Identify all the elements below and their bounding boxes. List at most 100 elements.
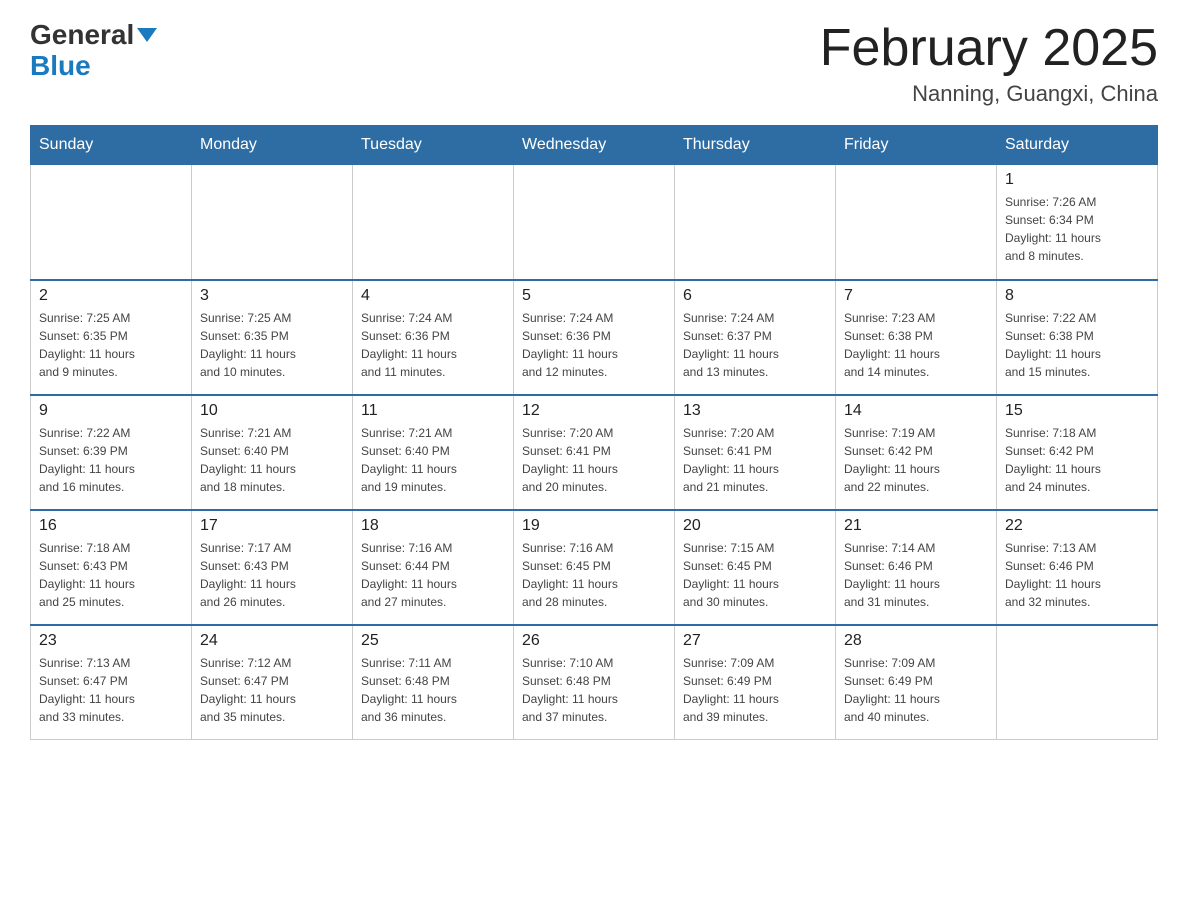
day-info: Sunrise: 7:09 AMSunset: 6:49 PMDaylight:… xyxy=(683,654,827,726)
day-info: Sunrise: 7:16 AMSunset: 6:45 PMDaylight:… xyxy=(522,539,666,611)
calendar-cell: 10 Sunrise: 7:21 AMSunset: 6:40 PMDayligh… xyxy=(192,395,353,510)
calendar-title: February 2025 xyxy=(820,20,1158,77)
day-info: Sunrise: 7:21 AMSunset: 6:40 PMDaylight:… xyxy=(200,424,344,496)
calendar-cell: 12 Sunrise: 7:20 AMSunset: 6:41 PMDayligh… xyxy=(514,395,675,510)
day-info: Sunrise: 7:26 AMSunset: 6:34 PMDaylight:… xyxy=(1005,193,1149,265)
calendar-header-row: SundayMondayTuesdayWednesdayThursdayFrid… xyxy=(31,126,1158,165)
day-info: Sunrise: 7:16 AMSunset: 6:44 PMDaylight:… xyxy=(361,539,505,611)
day-number: 26 xyxy=(522,632,666,650)
day-number: 2 xyxy=(39,287,183,305)
calendar-cell: 13Sunrise: 7:20 AMSunset: 6:41 PMDayligh… xyxy=(675,395,836,510)
day-info: Sunrise: 7:23 AMSunset: 6:38 PMDaylight:… xyxy=(844,309,988,381)
day-number: 6 xyxy=(683,287,827,305)
logo: General Blue xyxy=(30,20,157,82)
calendar-table: SundayMondayTuesdayWednesdayThursdayFrid… xyxy=(30,125,1158,740)
calendar-cell: 20 Sunrise: 7:15 AMSunset: 6:45 PMDayligh… xyxy=(675,510,836,625)
day-info: Sunrise: 7:10 AMSunset: 6:48 PMDaylight:… xyxy=(522,654,666,726)
day-number: 27 xyxy=(683,632,827,650)
calendar-cell: 9 Sunrise: 7:22 AMSunset: 6:39 PMDaylight… xyxy=(31,395,192,510)
day-number: 28 xyxy=(844,632,988,650)
calendar-cell: 3 Sunrise: 7:25 AMSunset: 6:35 PMDaylight… xyxy=(192,280,353,395)
calendar-week-row: 9 Sunrise: 7:22 AMSunset: 6:39 PMDaylight… xyxy=(31,395,1158,510)
day-number: 7 xyxy=(844,287,988,305)
day-number: 20 xyxy=(683,517,827,535)
calendar-subtitle: Nanning, Guangxi, China xyxy=(820,81,1158,107)
logo-general-text: General xyxy=(30,20,134,51)
day-number: 10 xyxy=(200,402,344,420)
calendar-week-row: 23 Sunrise: 7:13 AMSunset: 6:47 PMDayligh… xyxy=(31,625,1158,740)
calendar-cell xyxy=(192,165,353,280)
day-number: 8 xyxy=(1005,287,1149,305)
day-of-week-header: Thursday xyxy=(675,126,836,165)
calendar-cell: 5 Sunrise: 7:24 AMSunset: 6:36 PMDaylight… xyxy=(514,280,675,395)
calendar-cell: 6 Sunrise: 7:24 AMSunset: 6:37 PMDaylight… xyxy=(675,280,836,395)
title-section: February 2025 Nanning, Guangxi, China xyxy=(820,20,1158,107)
page-header: General Blue February 2025 Nanning, Guan… xyxy=(30,20,1158,107)
calendar-cell xyxy=(675,165,836,280)
day-of-week-header: Monday xyxy=(192,126,353,165)
day-info: Sunrise: 7:24 AMSunset: 6:36 PMDaylight:… xyxy=(522,309,666,381)
day-info: Sunrise: 7:25 AMSunset: 6:35 PMDaylight:… xyxy=(200,309,344,381)
day-number: 4 xyxy=(361,287,505,305)
calendar-cell xyxy=(997,625,1158,740)
calendar-cell: 18 Sunrise: 7:16 AMSunset: 6:44 PMDayligh… xyxy=(353,510,514,625)
calendar-cell xyxy=(514,165,675,280)
day-number: 23 xyxy=(39,632,183,650)
calendar-week-row: 16Sunrise: 7:18 AMSunset: 6:43 PMDayligh… xyxy=(31,510,1158,625)
day-info: Sunrise: 7:19 AMSunset: 6:42 PMDaylight:… xyxy=(844,424,988,496)
calendar-cell: 2 Sunrise: 7:25 AMSunset: 6:35 PMDaylight… xyxy=(31,280,192,395)
day-info: Sunrise: 7:09 AMSunset: 6:49 PMDaylight:… xyxy=(844,654,988,726)
day-info: Sunrise: 7:18 AMSunset: 6:43 PMDaylight:… xyxy=(39,539,183,611)
day-info: Sunrise: 7:12 AMSunset: 6:47 PMDaylight:… xyxy=(200,654,344,726)
day-number: 19 xyxy=(522,517,666,535)
calendar-cell: 27 Sunrise: 7:09 AMSunset: 6:49 PMDayligh… xyxy=(675,625,836,740)
day-info: Sunrise: 7:20 AMSunset: 6:41 PMDaylight:… xyxy=(683,424,827,496)
calendar-cell: 24Sunrise: 7:12 AMSunset: 6:47 PMDayligh… xyxy=(192,625,353,740)
day-number: 17 xyxy=(200,517,344,535)
calendar-cell: 15Sunrise: 7:18 AMSunset: 6:42 PMDayligh… xyxy=(997,395,1158,510)
calendar-cell: 16Sunrise: 7:18 AMSunset: 6:43 PMDayligh… xyxy=(31,510,192,625)
day-info: Sunrise: 7:20 AMSunset: 6:41 PMDaylight:… xyxy=(522,424,666,496)
day-info: Sunrise: 7:21 AMSunset: 6:40 PMDaylight:… xyxy=(361,424,505,496)
logo-blue-text: Blue xyxy=(30,51,91,82)
calendar-cell: 19 Sunrise: 7:16 AMSunset: 6:45 PMDayligh… xyxy=(514,510,675,625)
day-number: 15 xyxy=(1005,402,1149,420)
calendar-cell: 4Sunrise: 7:24 AMSunset: 6:36 PMDaylight… xyxy=(353,280,514,395)
day-info: Sunrise: 7:15 AMSunset: 6:45 PMDaylight:… xyxy=(683,539,827,611)
day-number: 11 xyxy=(361,402,505,420)
day-of-week-header: Wednesday xyxy=(514,126,675,165)
day-info: Sunrise: 7:13 AMSunset: 6:46 PMDaylight:… xyxy=(1005,539,1149,611)
logo-triangle-icon xyxy=(137,28,157,42)
calendar-cell: 22 Sunrise: 7:13 AMSunset: 6:46 PMDayligh… xyxy=(997,510,1158,625)
calendar-cell: 21Sunrise: 7:14 AMSunset: 6:46 PMDayligh… xyxy=(836,510,997,625)
day-info: Sunrise: 7:22 AMSunset: 6:38 PMDaylight:… xyxy=(1005,309,1149,381)
day-number: 9 xyxy=(39,402,183,420)
day-of-week-header: Saturday xyxy=(997,126,1158,165)
day-info: Sunrise: 7:11 AMSunset: 6:48 PMDaylight:… xyxy=(361,654,505,726)
calendar-cell: 28 Sunrise: 7:09 AMSunset: 6:49 PMDayligh… xyxy=(836,625,997,740)
calendar-cell: 25 Sunrise: 7:11 AMSunset: 6:48 PMDayligh… xyxy=(353,625,514,740)
day-info: Sunrise: 7:17 AMSunset: 6:43 PMDaylight:… xyxy=(200,539,344,611)
day-number: 21 xyxy=(844,517,988,535)
day-of-week-header: Tuesday xyxy=(353,126,514,165)
calendar-cell: 17 Sunrise: 7:17 AMSunset: 6:43 PMDayligh… xyxy=(192,510,353,625)
calendar-cell xyxy=(31,165,192,280)
day-number: 22 xyxy=(1005,517,1149,535)
calendar-cell: 26 Sunrise: 7:10 AMSunset: 6:48 PMDayligh… xyxy=(514,625,675,740)
calendar-cell xyxy=(353,165,514,280)
calendar-cell: 11 Sunrise: 7:21 AMSunset: 6:40 PMDayligh… xyxy=(353,395,514,510)
day-of-week-header: Sunday xyxy=(31,126,192,165)
day-number: 18 xyxy=(361,517,505,535)
day-number: 3 xyxy=(200,287,344,305)
calendar-cell: 1Sunrise: 7:26 AMSunset: 6:34 PMDaylight… xyxy=(997,165,1158,280)
day-info: Sunrise: 7:24 AMSunset: 6:37 PMDaylight:… xyxy=(683,309,827,381)
day-number: 12 xyxy=(522,402,666,420)
day-info: Sunrise: 7:22 AMSunset: 6:39 PMDaylight:… xyxy=(39,424,183,496)
day-of-week-header: Friday xyxy=(836,126,997,165)
day-info: Sunrise: 7:25 AMSunset: 6:35 PMDaylight:… xyxy=(39,309,183,381)
day-number: 14 xyxy=(844,402,988,420)
calendar-cell xyxy=(836,165,997,280)
day-number: 5 xyxy=(522,287,666,305)
day-number: 25 xyxy=(361,632,505,650)
day-info: Sunrise: 7:13 AMSunset: 6:47 PMDaylight:… xyxy=(39,654,183,726)
